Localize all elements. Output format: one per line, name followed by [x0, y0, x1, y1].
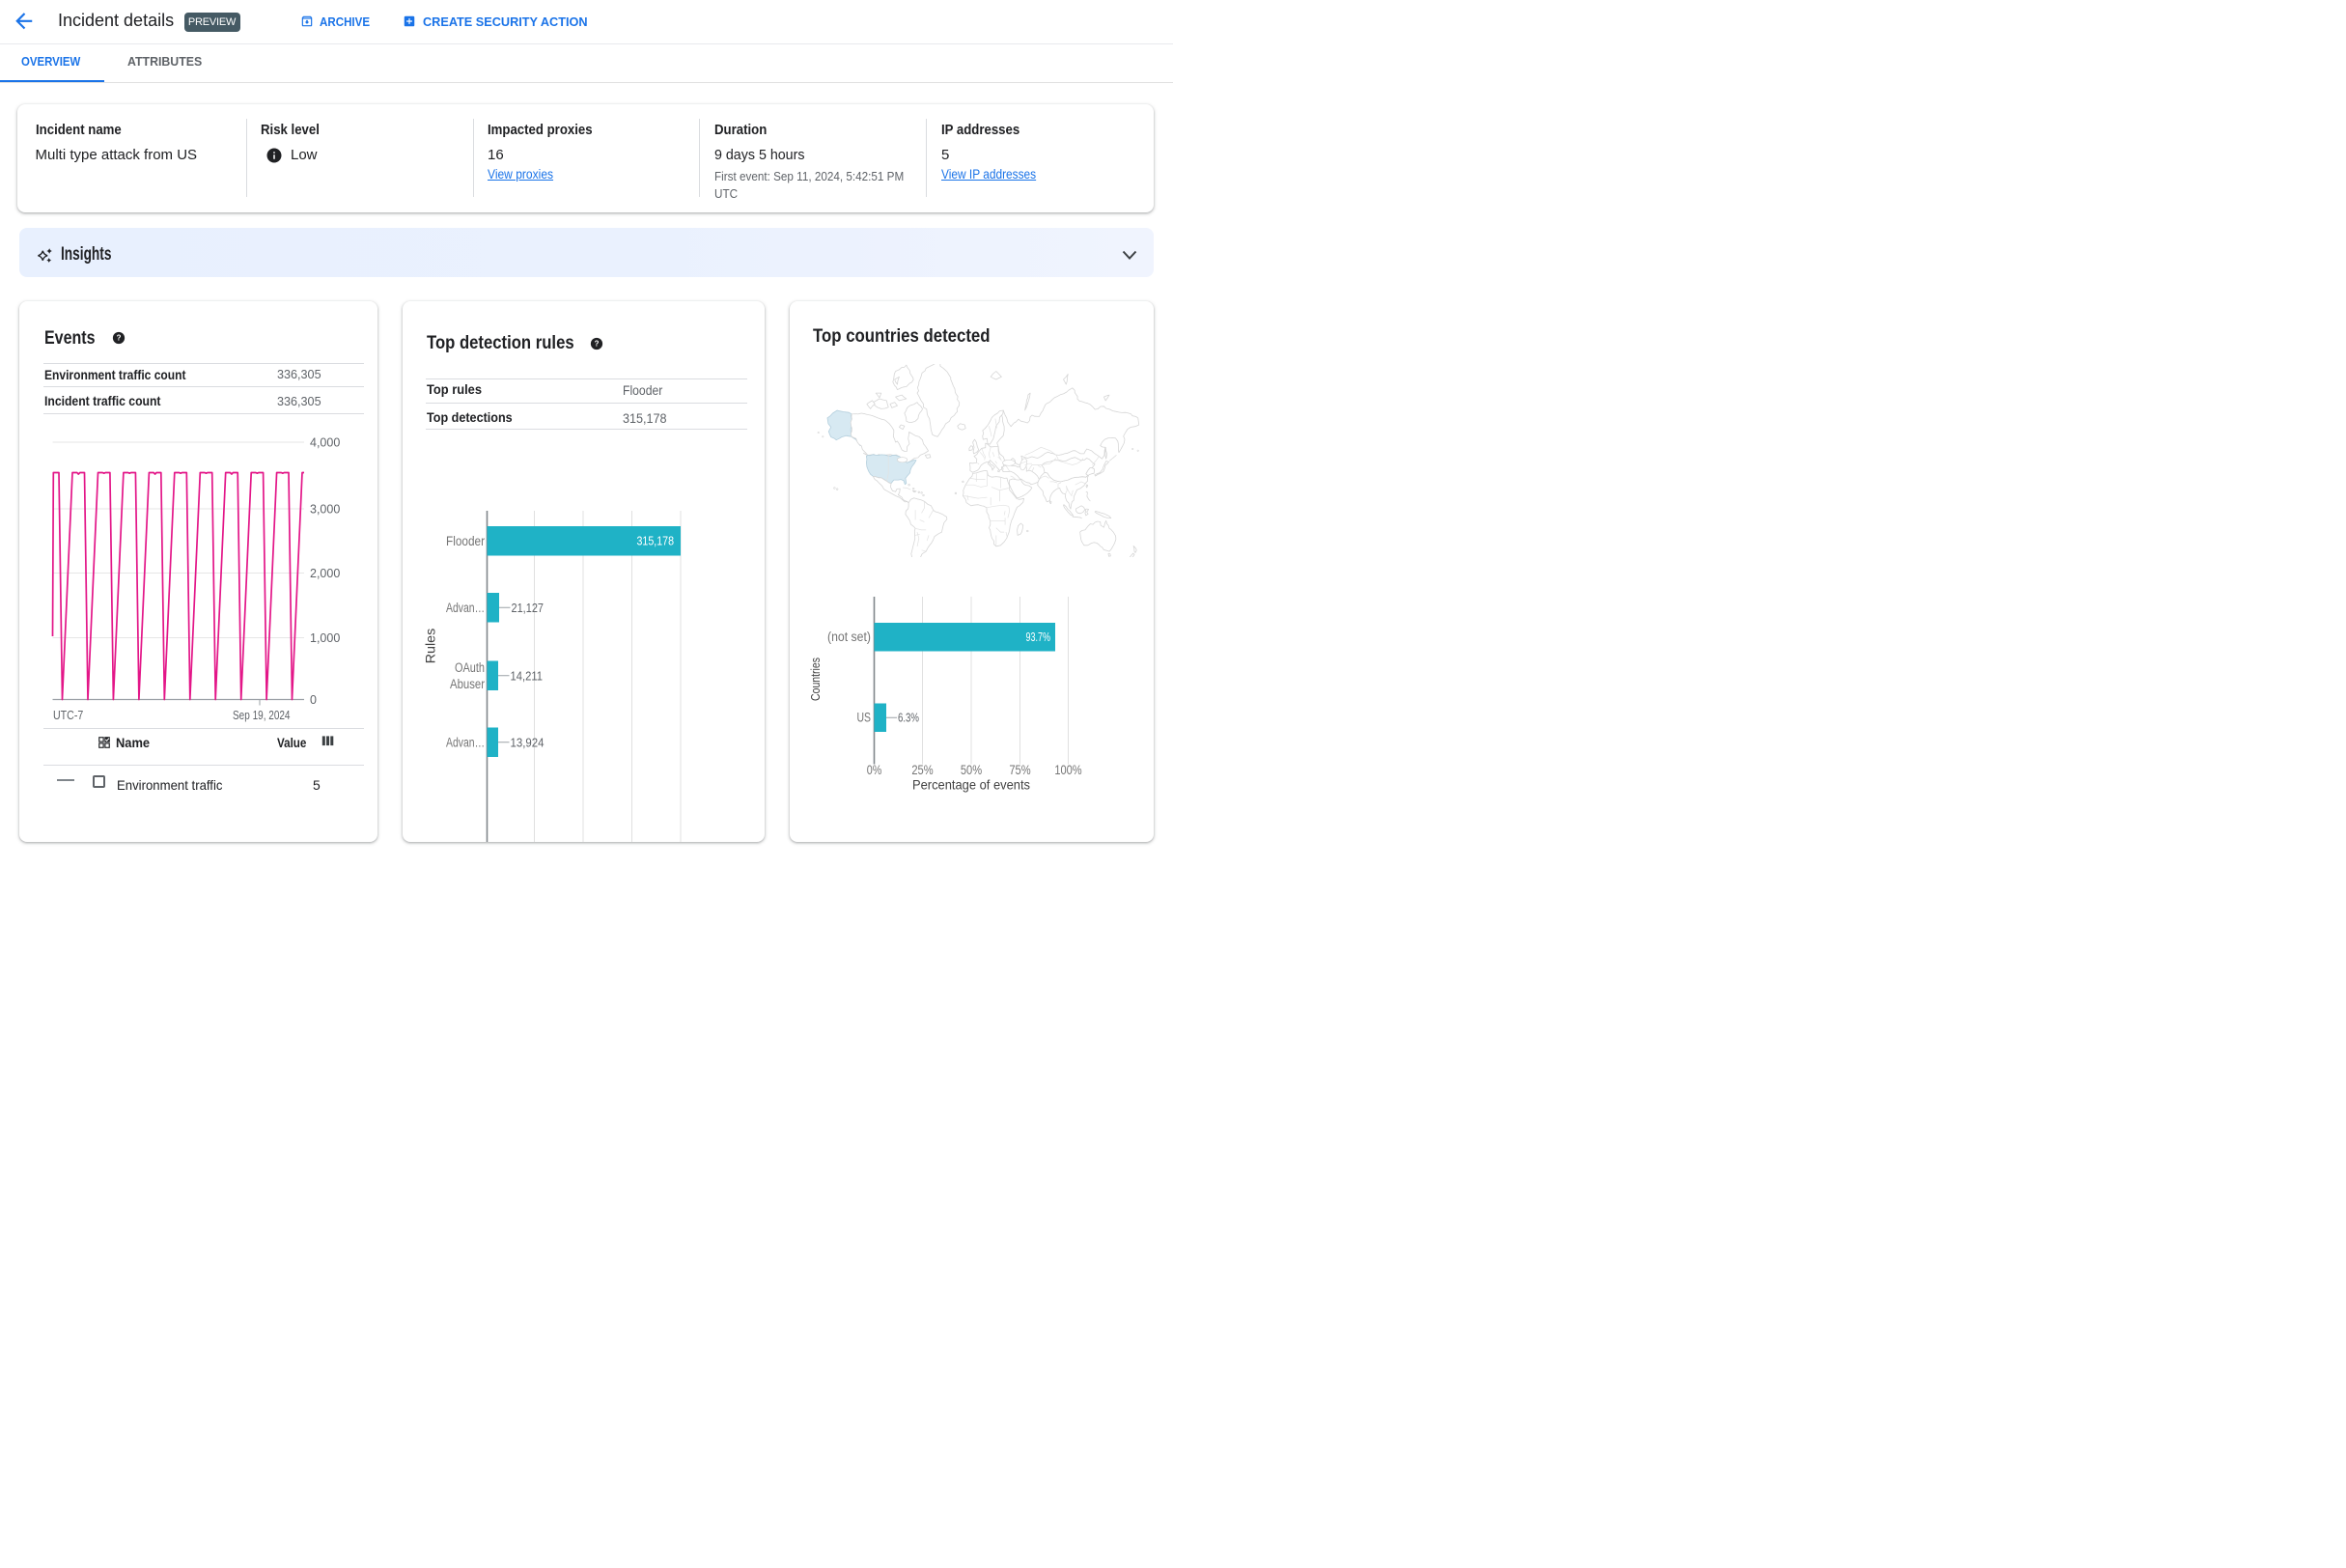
- svg-text:75%: 75%: [1009, 762, 1030, 777]
- svg-text:?: ?: [595, 339, 600, 348]
- svg-text:OAuth: OAuth: [455, 660, 485, 675]
- svg-text:0: 0: [310, 693, 317, 707]
- svg-text:Flooder: Flooder: [446, 534, 485, 548]
- svg-text:2,000: 2,000: [310, 567, 340, 580]
- svg-text:6.3%: 6.3%: [898, 711, 919, 725]
- svg-text:315,178: 315,178: [637, 535, 675, 548]
- svg-text:US: US: [857, 711, 872, 725]
- svg-text:Advan…: Advan…: [446, 601, 485, 615]
- svg-text:Countries: Countries: [808, 658, 823, 701]
- svg-text:?: ?: [117, 333, 122, 342]
- svg-text:1,000: 1,000: [310, 631, 340, 645]
- svg-text:0%: 0%: [867, 762, 882, 777]
- svg-text:14,211: 14,211: [511, 668, 544, 683]
- svg-text:93.7%: 93.7%: [1026, 630, 1051, 644]
- svg-text:Percentage of events: Percentage of events: [912, 777, 1030, 793]
- svg-text:Abuser: Abuser: [450, 677, 485, 691]
- svg-text:13,924: 13,924: [511, 735, 545, 749]
- svg-text:100%: 100%: [1054, 762, 1081, 777]
- svg-text:(not set): (not set): [827, 630, 871, 644]
- svg-text:3,000: 3,000: [310, 503, 340, 517]
- svg-text:Rules: Rules: [424, 628, 438, 663]
- svg-text:50%: 50%: [961, 762, 982, 777]
- svg-text:4,000: 4,000: [310, 436, 340, 450]
- svg-text:25%: 25%: [911, 762, 933, 777]
- svg-text:21,127: 21,127: [512, 601, 545, 615]
- svg-text:Advan…: Advan…: [446, 735, 485, 749]
